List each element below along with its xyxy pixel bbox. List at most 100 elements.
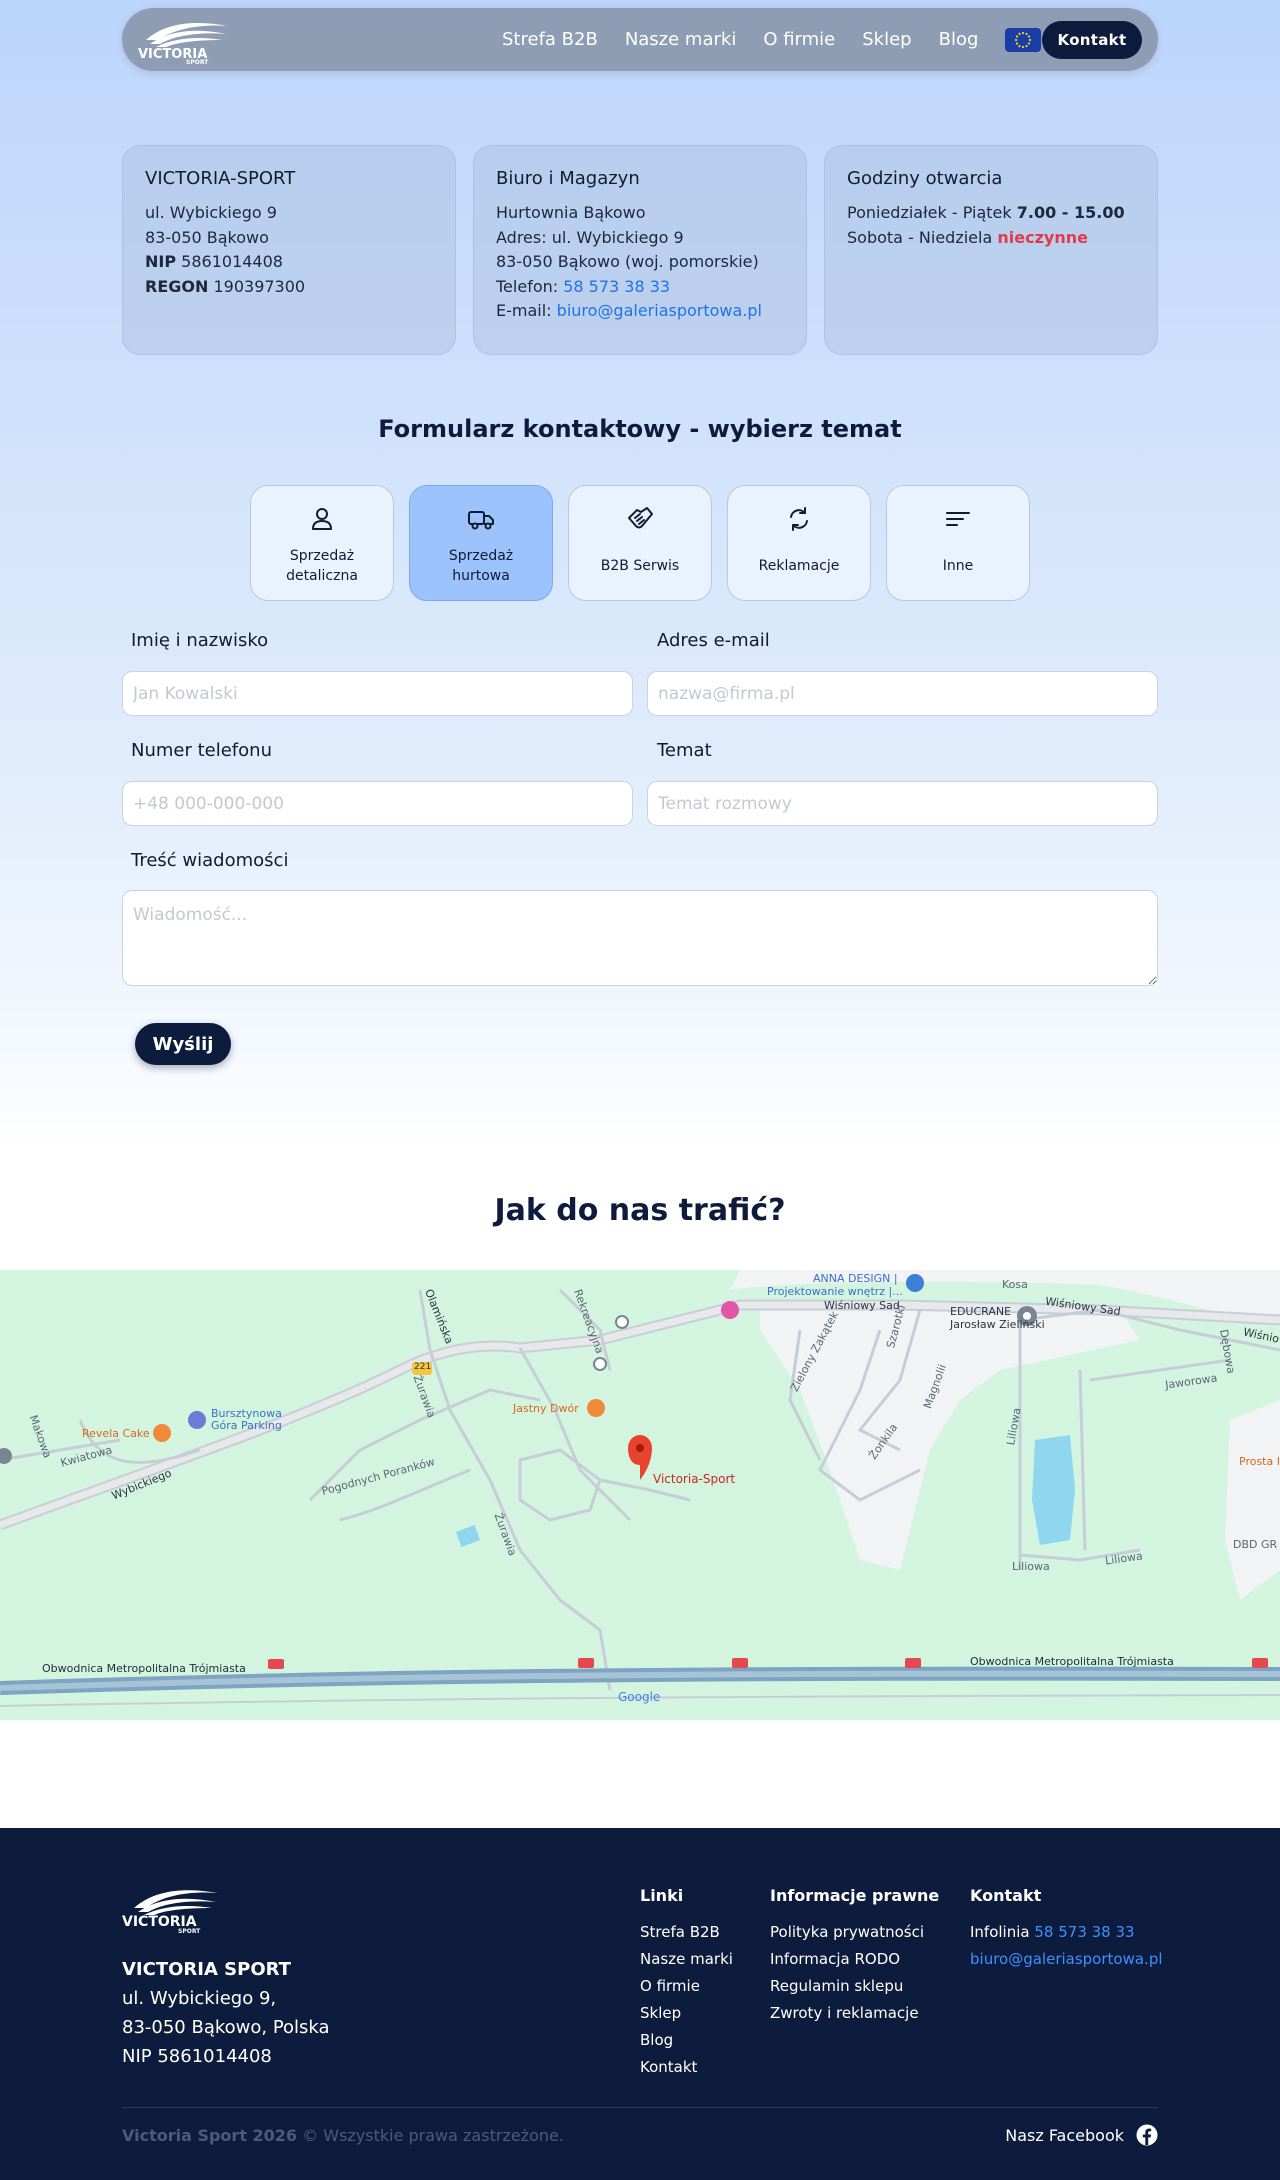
map-label-victoria-sport: Victoria-Sport [653,1472,736,1486]
footer: VICTORIA SPORT VICTORIA SPORT ul. Wybick… [0,1828,1280,2180]
office-line1: Hurtownia Bąkowo [496,203,646,222]
office-phone-link[interactable]: 58 573 38 33 [563,277,670,296]
nav-link-sklep[interactable]: Sklep [862,29,911,50]
page: VICTORIA SPORT Strefa B2B Nasze marki O … [0,0,1280,2180]
company-regon: REGON 190397300 [145,276,306,296]
company-card: VICTORIA-SPORT ul. Wybickiego 9 83-050 B… [122,145,456,355]
company-nip: NIP 5861014408 [145,252,283,271]
phone-input[interactable] [122,781,633,826]
topic-selector: Sprzedaż detaliczna Sprzedaż hurtowa B2B… [250,485,1030,601]
topic-retail-label: Sprzedaż detaliczna [286,548,358,584]
facebook-label: Nasz Facebook [1005,2125,1124,2145]
refresh-icon [790,507,808,531]
footer-legal-title: Informacje prawne [770,1886,940,1905]
footer-link-blog[interactable]: Blog [640,2027,733,2054]
victoria-sport-logo[interactable]: VICTORIA SPORT [122,1884,222,1935]
svg-text:SPORT: SPORT [186,59,209,64]
name-input[interactable] [122,671,633,716]
facebook-icon[interactable] [1136,2124,1158,2146]
footer-link-terms[interactable]: Regulamin sklepu [770,1973,939,2000]
topic-retail[interactable]: Sprzedaż detaliczna [250,485,394,601]
footer-facebook[interactable]: Nasz Facebook [1005,2124,1158,2146]
name-label: Imię i nazwisko [131,630,269,651]
company-street: ul. Wybickiego 9 [145,203,277,222]
map-label-kosa: Kosa [1002,1278,1028,1291]
message-textarea[interactable] [122,890,1158,986]
eu-flag-icon[interactable] [1005,27,1042,52]
footer-links-column: Linki Strefa B2B Nasze marki O firmie Sk… [640,1886,733,2081]
topic-other-label: Inne [942,558,974,574]
map-label-obwodnica-2: Obwodnica Metropolitalna Trójmiasta [970,1655,1174,1668]
sort-lines-icon [946,512,970,526]
subject-label: Temat [657,740,712,761]
map-label-educrane-1: EDUCRANE [950,1305,1012,1318]
footer-link-o-firmie[interactable]: O firmie [640,1973,733,2000]
map-embed[interactable]: ANNA DESIGN | Projektowanie wnętrz |... … [0,1270,1280,1720]
nav-link-blog[interactable]: Blog [939,29,979,50]
footer-street: ul. Wybickiego 9, [122,1988,277,2009]
footer-link-rodo[interactable]: Informacja RODO [770,1946,939,1973]
footer-infoline: Infolinia 58 573 38 33 [970,1923,1135,1941]
nav-link-strefa-b2b[interactable]: Strefa B2B [502,29,598,50]
map-label-dbd: DBD GR [1233,1538,1278,1551]
office-line3: 83-050 Bąkowo (woj. pomorskie) [496,252,759,271]
footer-divider [122,2107,1158,2108]
footer-link-nasze-marki[interactable]: Nasze marki [640,1946,733,1973]
footer-link-sklep[interactable]: Sklep [640,2000,733,2027]
hours-card-title: Godziny otwarcia [847,168,1003,189]
map-label-jastny-dwor: Jastny Dwór [513,1402,579,1415]
topic-complaints-label: Reklamacje [758,558,840,574]
topic-wholesale[interactable]: Sprzedaż hurtowa [409,485,553,601]
footer-city: 83-050 Bąkowo, Polska [122,2017,330,2038]
map-label-wisniowy-sad: Wiśniowy Sad [824,1299,900,1312]
footer-copyright: Victoria Sport 2026 © Wszystkie prawa za… [122,2126,564,2145]
contact-button[interactable]: Kontakt [1042,21,1142,59]
send-button[interactable]: Wyślij [135,1023,231,1065]
company-card-title: VICTORIA-SPORT [145,168,296,189]
topic-wholesale-label: Sprzedaż hurtowa [448,548,514,584]
nav-link-o-firmie[interactable]: O firmie [763,29,835,50]
google-logo: Google [618,1690,661,1704]
map-label-educrane-2: Jarosław Zieliński [950,1318,1045,1331]
footer-link-strefa-b2b[interactable]: Strefa B2B [640,1919,733,1946]
map-label-prosta: Prosta I [1239,1455,1280,1468]
office-line2: Adres: ul. Wybickiego 9 [496,227,684,247]
footer-link-privacy[interactable]: Polityka prywatności [770,1919,939,1946]
map-label-liliowa-2: Liliowa [1012,1560,1050,1573]
map-label-anna-design-2: Projektowanie wnętrz |... [767,1285,903,1298]
company-city: 83-050 Bąkowo [145,227,269,247]
topic-b2b-service[interactable]: B2B Serwis [568,485,712,601]
user-icon [312,508,332,530]
map-label-revela-cake: Revela Cake [82,1427,150,1440]
footer-link-returns[interactable]: Zwroty i reklamacje [770,2000,939,2027]
map-label-road-221: 221 [414,1362,432,1372]
map-label-obwodnica-1: Obwodnica Metropolitalna Trójmiasta [42,1662,246,1675]
subject-input[interactable] [647,781,1158,826]
topic-other[interactable]: Inne [886,485,1030,601]
footer-company: VICTORIA SPORT ul. Wybickiego 9, 83-050 … [122,1956,330,2071]
map-label-anna-design-1: ANNA DESIGN | [813,1272,898,1285]
email-label: Adres e-mail [657,630,770,651]
phone-label: Numer telefonu [131,740,272,761]
hours-card: Godziny otwarcia Poniedziałek - Piątek 7… [824,145,1158,355]
topic-complaints[interactable]: Reklamacje [727,485,871,601]
footer-infoline-link[interactable]: 58 573 38 33 [1034,1923,1134,1941]
svg-text:SPORT: SPORT [178,1928,201,1934]
office-card: Biuro i Magazyn Hurtownia Bąkowo Adres: … [473,145,807,355]
footer-contact-title: Kontakt [970,1886,1042,1905]
truck-icon [468,511,494,530]
footer-email-link[interactable]: biuro@galeriasportowa.pl [970,1946,1163,1973]
victoria-sport-logo[interactable]: VICTORIA SPORT [136,18,232,64]
office-email: E-mail: biuro@galeriasportowa.pl [496,301,762,320]
form-title: Formularz kontaktowy - wybierz temat [378,415,902,443]
office-email-link[interactable]: biuro@galeriasportowa.pl [557,301,762,320]
map-title: Jak do nas trafić? [494,1193,786,1228]
message-label: Treść wiadomości [131,850,289,871]
footer-link-kontakt[interactable]: Kontakt [640,2054,733,2081]
footer-contact-column: Kontakt Infolinia 58 573 38 33 biuro@gal… [970,1886,1163,1973]
top-navigation: VICTORIA SPORT Strefa B2B Nasze marki O … [122,8,1158,71]
nav-link-nasze-marki[interactable]: Nasze marki [625,29,737,50]
hours-weekdays: Poniedziałek - Piątek 7.00 - 15.00 [847,203,1125,222]
email-input[interactable] [647,671,1158,716]
map-canvas [0,1270,1280,1707]
